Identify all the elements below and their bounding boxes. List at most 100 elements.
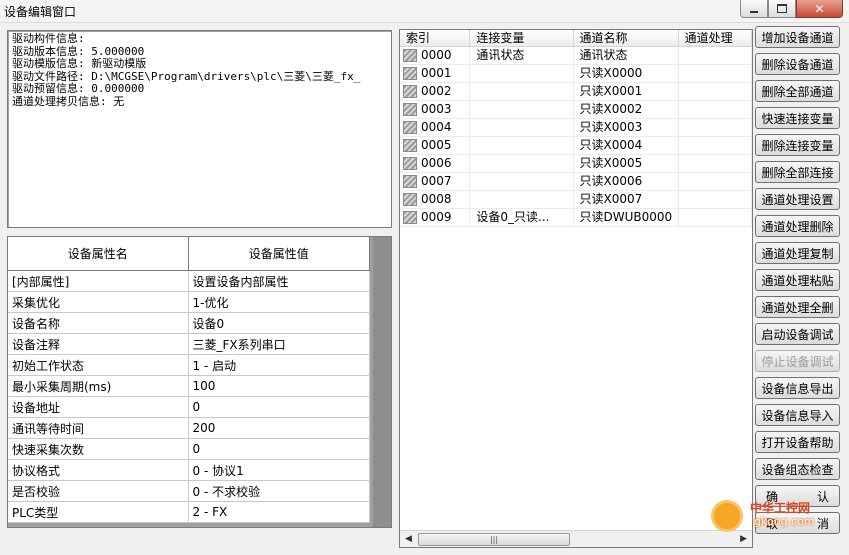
channel-row[interactable]: 0008 只读X0007 xyxy=(400,191,752,209)
property-name-header: 设备属性名 xyxy=(8,237,189,270)
watermark-brand: 中华工控网 xyxy=(750,501,811,515)
driver-info-panel[interactable]: 驱动构件信息: 驱动版本信息: 5.000000 驱动模版信息: 新驱动模版 驱… xyxy=(7,30,392,228)
open-help-button[interactable]: 打开设备帮助 xyxy=(755,431,840,453)
export-info-button[interactable]: 设备信息导出 xyxy=(755,377,840,399)
config-check-button[interactable]: 设备组态检查 xyxy=(755,458,840,480)
property-value[interactable]: 0 xyxy=(189,397,370,417)
column-header-index[interactable]: 索引 xyxy=(400,30,471,46)
property-value[interactable]: 2 - FX xyxy=(189,502,370,522)
property-value-header: 设备属性值 xyxy=(189,237,370,270)
property-row[interactable]: 初始工作状态 1 - 启动 xyxy=(8,355,370,376)
channel-icon xyxy=(403,103,417,116)
add-channel-button[interactable]: 增加设备通道 xyxy=(755,26,840,48)
property-row[interactable]: 设备地址 0 xyxy=(8,397,370,418)
channel-variable xyxy=(470,173,574,190)
close-button[interactable]: ✕ xyxy=(796,0,843,18)
minimize-button[interactable] xyxy=(740,0,768,18)
delete-all-channels-button[interactable]: 删除全部通道 xyxy=(755,80,840,102)
channel-name: 只读X0006 xyxy=(574,173,679,190)
channel-icon xyxy=(403,85,417,98)
delete-all-connections-button[interactable]: 删除全部连接 xyxy=(755,161,840,183)
property-value[interactable]: 200 xyxy=(189,418,370,438)
scroll-thumb[interactable]: ||| xyxy=(418,533,570,546)
channel-row[interactable]: 0006 只读X0005 xyxy=(400,155,752,173)
column-header-channel-name[interactable]: 通道名称 xyxy=(574,30,679,46)
channel-name: 只读X0004 xyxy=(574,137,679,154)
channel-index-cell: 0003 xyxy=(400,101,471,118)
channel-row[interactable]: 0005 只读X0004 xyxy=(400,137,752,155)
channel-index-cell: 0001 xyxy=(400,65,471,82)
property-value[interactable]: 100 xyxy=(189,376,370,396)
channel-index-cell: 0000 xyxy=(400,47,471,64)
channel-name: 只读X0005 xyxy=(574,155,679,172)
channel-proc-settings-button[interactable]: 通道处理设置 xyxy=(755,188,840,210)
property-value[interactable]: 1-优化 xyxy=(189,292,370,312)
property-value[interactable]: 1 - 启动 xyxy=(189,355,370,375)
channel-row[interactable]: 0007 只读X0006 xyxy=(400,173,752,191)
property-name: 是否校验 xyxy=(8,481,189,501)
channel-proc-delete-all-button[interactable]: 通道处理全删 xyxy=(755,296,840,318)
delete-connection-button[interactable]: 删除连接变量 xyxy=(755,134,840,156)
device-property-grid: 设备属性名 设备属性值 [内部属性] 设置设备内部属性 采集优化 1-优化 设备名称… xyxy=(7,236,392,528)
property-name: 快速采集次数 xyxy=(8,439,189,459)
property-name: 设备地址 xyxy=(8,397,189,417)
window-title: 设备编辑窗口 xyxy=(4,5,77,19)
channel-row[interactable]: 0001 只读X0000 xyxy=(400,65,752,83)
channel-icon xyxy=(403,193,417,206)
property-value[interactable]: 0 xyxy=(189,439,370,459)
property-value[interactable]: 设置设备内部属性 xyxy=(189,271,370,291)
channel-row[interactable]: 0009 设备0_只读... 只读DWUB0000 xyxy=(400,209,752,227)
channel-index-cell: 0006 xyxy=(400,155,471,172)
property-row[interactable]: 设备名称 设备0 xyxy=(8,313,370,334)
close-icon: ✕ xyxy=(814,1,825,16)
import-info-button[interactable]: 设备信息导入 xyxy=(755,404,840,426)
property-row[interactable]: 通讯等待时间 200 xyxy=(8,418,370,439)
window-controls: ✕ xyxy=(740,0,843,18)
scroll-left-icon[interactable]: ◀ xyxy=(405,534,412,544)
channel-processing xyxy=(679,119,752,136)
property-row[interactable]: 设备注释 三菱_FX系列串口 xyxy=(8,334,370,355)
channel-proc-paste-button[interactable]: 通道处理粘贴 xyxy=(755,269,840,291)
property-name: 通讯等待时间 xyxy=(8,418,189,438)
property-value[interactable]: 0 - 不求校验 xyxy=(189,481,370,501)
property-row[interactable]: 快速采集次数 0 xyxy=(8,439,370,460)
channel-list-hscrollbar[interactable]: ◀ ||| ▶ xyxy=(400,530,752,547)
gear-icon xyxy=(714,503,740,529)
channel-index-cell: 0002 xyxy=(400,83,471,100)
channel-processing xyxy=(679,173,752,190)
channel-row[interactable]: 0003 只读X0002 xyxy=(400,101,752,119)
channel-index-cell: 0007 xyxy=(400,173,471,190)
property-row[interactable]: PLC类型 2 - FX xyxy=(8,502,370,523)
channel-list: 索引 连接变量 通道名称 通道处理 0000 通讯状态 通讯状态 0001 只读X00… xyxy=(399,29,753,548)
channel-index: 0005 xyxy=(421,138,452,152)
property-row[interactable]: 最小采集周期(ms) 100 xyxy=(8,376,370,397)
column-header-processing[interactable]: 通道处理 xyxy=(679,30,752,46)
channel-row[interactable]: 0002 只读X0001 xyxy=(400,83,752,101)
channel-index: 0002 xyxy=(421,84,452,98)
channel-row[interactable]: 0004 只读X0003 xyxy=(400,119,752,137)
channel-index-cell: 0005 xyxy=(400,137,471,154)
channel-name: 只读DWUB0000 xyxy=(574,209,679,226)
channel-index: 0008 xyxy=(421,192,452,206)
delete-channel-button[interactable]: 删除设备通道 xyxy=(755,53,840,75)
property-row[interactable]: 是否校验 0 - 不求校验 xyxy=(8,481,370,502)
quick-connect-button[interactable]: 快速连接变量 xyxy=(755,107,840,129)
property-value[interactable]: 设备0 xyxy=(189,313,370,333)
property-row[interactable]: [内部属性] 设置设备内部属性 xyxy=(8,271,370,292)
property-name: PLC类型 xyxy=(8,502,189,522)
stop-debug-button[interactable]: 停止设备调试 xyxy=(755,350,840,372)
property-row[interactable]: 协议格式 0 - 协议1 xyxy=(8,460,370,481)
property-value[interactable]: 三菱_FX系列串口 xyxy=(189,334,370,354)
property-header: 设备属性名 设备属性值 xyxy=(8,237,370,271)
property-name: 采集优化 xyxy=(8,292,189,312)
property-row[interactable]: 采集优化 1-优化 xyxy=(8,292,370,313)
maximize-button[interactable] xyxy=(768,0,796,18)
channel-proc-delete-button[interactable]: 通道处理删除 xyxy=(755,215,840,237)
channel-row[interactable]: 0000 通讯状态 通讯状态 xyxy=(400,47,752,65)
property-scrollbar[interactable] xyxy=(373,237,391,527)
property-value[interactable]: 0 - 协议1 xyxy=(189,460,370,480)
channel-variable xyxy=(470,101,574,118)
start-debug-button[interactable]: 启动设备调试 xyxy=(755,323,840,345)
column-header-variable[interactable]: 连接变量 xyxy=(470,30,574,46)
channel-proc-copy-button[interactable]: 通道处理复制 xyxy=(755,242,840,264)
